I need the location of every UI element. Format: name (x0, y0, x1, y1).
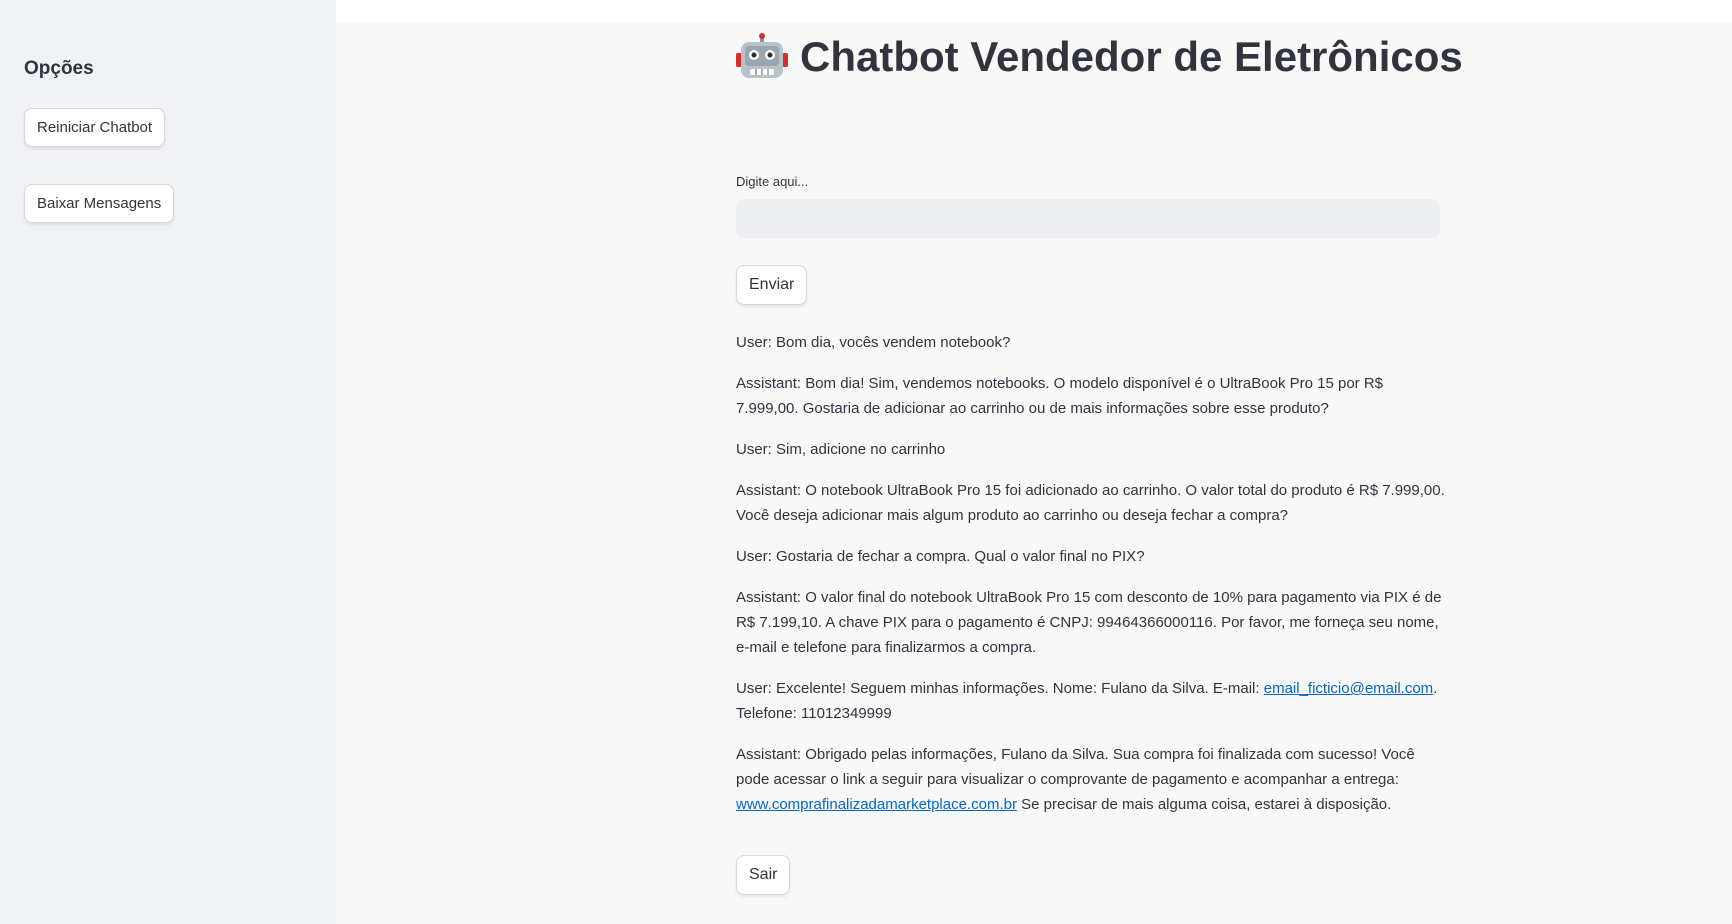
page-title-text: Chatbot Vendedor de Eletrônicos (800, 33, 1463, 80)
download-messages-button[interactable]: Baixar Mensagens (24, 184, 175, 223)
message-input-label: Digite aqui... (736, 174, 809, 189)
receipt-link[interactable]: www.comprafinalizadamarketplace.com.br (736, 796, 1017, 813)
top-header-bar (336, 0, 1732, 23)
send-button[interactable]: Enviar (736, 265, 808, 305)
message-text: Se precisar de mais alguma coisa, estare… (1016, 796, 1392, 813)
message-user: User: Bom dia, vocês vendem notebook? (736, 334, 1011, 351)
main-content: Chatbot Vendedor de Eletrônicos Digite a… (336, 23, 1732, 924)
chat-messages: User: Bom dia, vocês vendem notebook? As… (736, 330, 1448, 833)
page-title: Chatbot Vendedor de Eletrônicos (736, 33, 1463, 81)
robot-icon (736, 33, 788, 81)
exit-button[interactable]: Sair (736, 855, 791, 895)
message-user: User: Sim, adicione no carrinho (736, 441, 946, 458)
message-input[interactable] (736, 199, 1440, 238)
sidebar: Opções Reiniciar Chatbot Baixar Mensagen… (0, 0, 336, 924)
message-user: User: Gostaria de fechar a compra. Qual … (736, 548, 1145, 565)
message-assistant: Assistant: Obrigado pelas informações, F… (736, 742, 1448, 817)
message-text: User: Excelente! Seguem minhas informaçõ… (736, 680, 1264, 697)
message-assistant: Assistant: O valor final do notebook Ult… (736, 589, 1442, 656)
sidebar-title: Opções (24, 58, 94, 79)
restart-chatbot-button[interactable]: Reiniciar Chatbot (24, 108, 166, 147)
message-text: Assistant: Obrigado pelas informações, F… (736, 746, 1415, 788)
email-link[interactable]: email_ficticio@email.com (1264, 680, 1433, 697)
message-user: User: Excelente! Seguem minhas informaçõ… (736, 676, 1448, 726)
message-assistant: Assistant: Bom dia! Sim, vendemos notebo… (736, 375, 1383, 417)
app-root: Opções Reiniciar Chatbot Baixar Mensagen… (0, 0, 1732, 924)
message-assistant: Assistant: O notebook UltraBook Pro 15 f… (736, 482, 1445, 524)
